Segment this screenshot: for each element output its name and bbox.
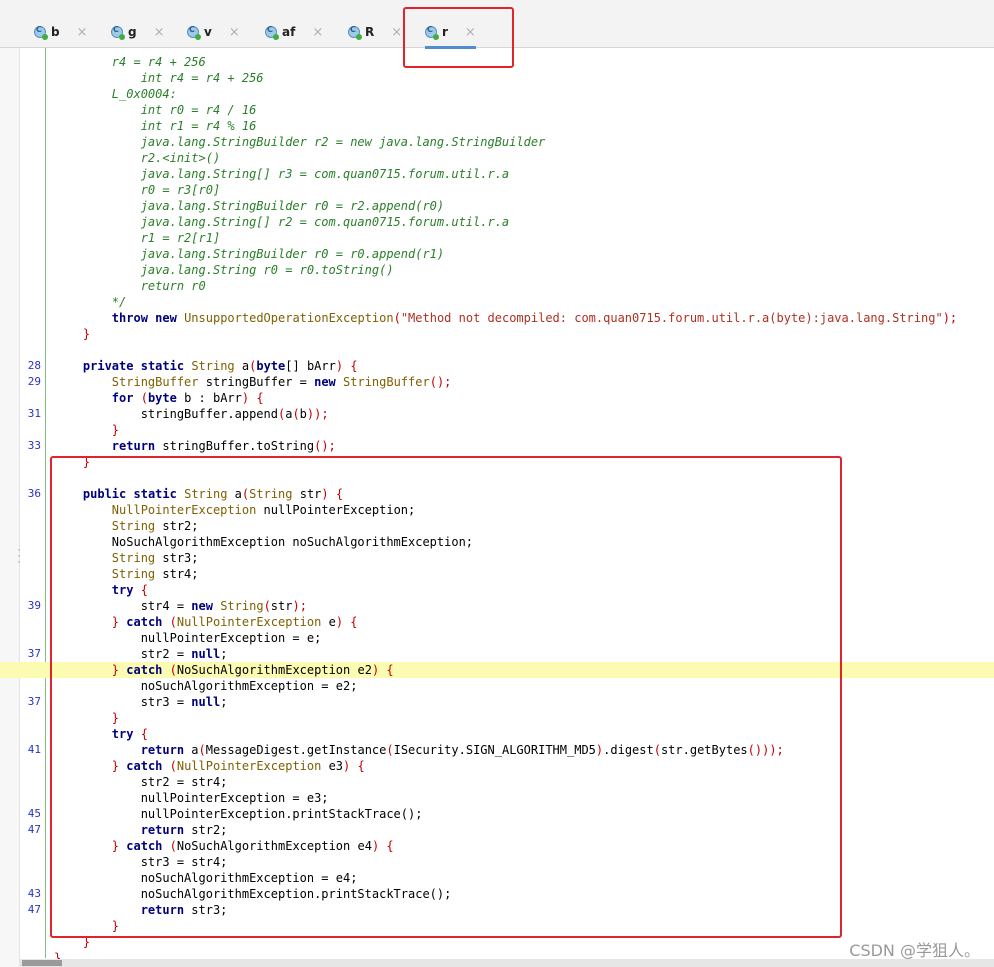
line-number: 45	[27, 807, 41, 820]
close-icon[interactable]: ×	[312, 25, 323, 40]
code-line[interactable]: 31 stringBuffer.append(a(b));	[0, 406, 994, 422]
tab-R[interactable]: C R ×	[348, 18, 402, 46]
line-number: 47	[27, 823, 41, 836]
line-number: 39	[27, 599, 41, 612]
code-line[interactable]: 29 StringBuffer stringBuffer = new Strin…	[0, 374, 994, 390]
code-text: java.lang.String[] r2 = com.quan0715.for…	[54, 215, 510, 229]
code-line[interactable]: return r0	[0, 278, 994, 294]
code-text: stringBuffer.append(a(b));	[54, 407, 329, 421]
code-line[interactable]	[0, 342, 994, 358]
tab-label: af	[282, 25, 296, 39]
close-icon[interactable]: ×	[154, 25, 165, 40]
code-line[interactable]: java.lang.StringBuilder r0 = r0.append(r…	[0, 246, 994, 262]
tab-label: b	[51, 25, 60, 39]
code-text: java.lang.StringBuilder r0 = r0.append(r…	[54, 247, 445, 261]
line-number: 28	[27, 359, 41, 372]
horizontal-scrollbar[interactable]	[20, 959, 994, 967]
code-line[interactable]: java.lang.StringBuilder r0 = r2.append(r…	[0, 198, 994, 214]
code-line[interactable]: */	[0, 294, 994, 310]
code-text: r2.<init>()	[54, 151, 221, 165]
code-text: }	[54, 423, 120, 437]
code-text: private static String a(byte[] bArr) {	[82, 359, 358, 373]
code-text: java.lang.String r0 = r0.toString()	[54, 263, 394, 277]
code-text: throw new UnsupportedOperationException(…	[111, 311, 958, 325]
class-icon: C	[265, 25, 279, 40]
tab-g[interactable]: Cg ×	[111, 18, 165, 46]
code-text: java.lang.StringBuilder r0 = r2.append(r…	[54, 199, 445, 213]
line-number: 33	[27, 439, 41, 452]
tab-v[interactable]: Cv ×	[187, 18, 240, 46]
tab-label: v	[204, 25, 212, 39]
line-number: 47	[27, 903, 41, 916]
line-number: 41	[27, 743, 41, 756]
class-icon: C	[111, 25, 125, 40]
code-line[interactable]: java.lang.String[] r2 = com.quan0715.for…	[0, 214, 994, 230]
code-text: int r1 = r4 % 16	[54, 119, 257, 133]
watermark: CSDN @学狙人。	[849, 941, 980, 960]
code-text: L_0x0004:	[54, 87, 177, 101]
code-line[interactable]: throw new UnsupportedOperationException(…	[0, 310, 994, 326]
tab-af[interactable]: Caf ×	[265, 18, 323, 46]
code-line[interactable]: int r4 = r4 + 256	[0, 70, 994, 86]
code-line[interactable]: for (byte b : bArr) {	[0, 390, 994, 406]
code-text: int r4 = r4 + 256	[54, 71, 264, 85]
code-text: java.lang.StringBuilder r2 = new java.la…	[54, 135, 546, 149]
code-line[interactable]: L_0x0004:	[0, 86, 994, 102]
class-icon: C	[348, 25, 362, 40]
annotation-box-method	[50, 456, 842, 938]
line-number: 37	[27, 695, 41, 708]
code-text: r0 = r3[r0]	[54, 183, 221, 197]
class-icon: C	[187, 25, 201, 40]
code-line[interactable]: java.lang.StringBuilder r2 = new java.la…	[0, 134, 994, 150]
code-text: }	[54, 327, 91, 341]
code-text: java.lang.String[] r3 = com.quan0715.for…	[54, 167, 510, 181]
scrollbar-thumb[interactable]	[22, 960, 62, 966]
code-line[interactable]: }	[0, 422, 994, 438]
line-number: 29	[27, 375, 41, 388]
code-text: return stringBuffer.toString();	[111, 439, 336, 453]
line-number: 31	[27, 407, 41, 420]
annotation-box-active-tab	[403, 7, 514, 68]
code-text: r1 = r2[r1]	[54, 231, 221, 245]
code-text: int r0 = r4 / 16	[54, 103, 257, 117]
tab-b[interactable]: Cb ×	[34, 18, 88, 46]
code-line[interactable]: r2.<init>()	[0, 150, 994, 166]
code-line[interactable]: 33 return stringBuffer.toString();	[0, 438, 994, 454]
code-text: */	[54, 295, 127, 309]
tab-label: g	[128, 25, 137, 39]
code-text: r4 = r4 + 256	[54, 55, 228, 69]
code-text: for (byte b : bArr) {	[111, 391, 264, 405]
code-line[interactable]: r0 = r3[r0]	[0, 182, 994, 198]
line-number: 43	[27, 887, 41, 900]
close-icon[interactable]: ×	[77, 25, 88, 40]
code-line[interactable]: java.lang.String r0 = r0.toString()	[0, 262, 994, 278]
close-icon[interactable]: ×	[229, 25, 240, 40]
tab-label: R	[365, 25, 375, 39]
line-number: 37	[27, 647, 41, 660]
code-line[interactable]: 28 private static String a(byte[] bArr) …	[0, 358, 994, 374]
close-icon[interactable]: ×	[391, 25, 402, 40]
code-line[interactable]: int r0 = r4 / 16	[0, 102, 994, 118]
code-text: StringBuffer stringBuffer = new StringBu…	[111, 375, 452, 389]
code-line[interactable]: r1 = r2[r1]	[0, 230, 994, 246]
code-line[interactable]: int r1 = r4 % 16	[0, 118, 994, 134]
line-number: 36	[27, 487, 41, 500]
code-line[interactable]: }	[0, 326, 994, 342]
code-text: return r0	[54, 279, 206, 293]
class-icon: C	[34, 25, 48, 40]
code-line[interactable]: java.lang.String[] r3 = com.quan0715.for…	[0, 166, 994, 182]
